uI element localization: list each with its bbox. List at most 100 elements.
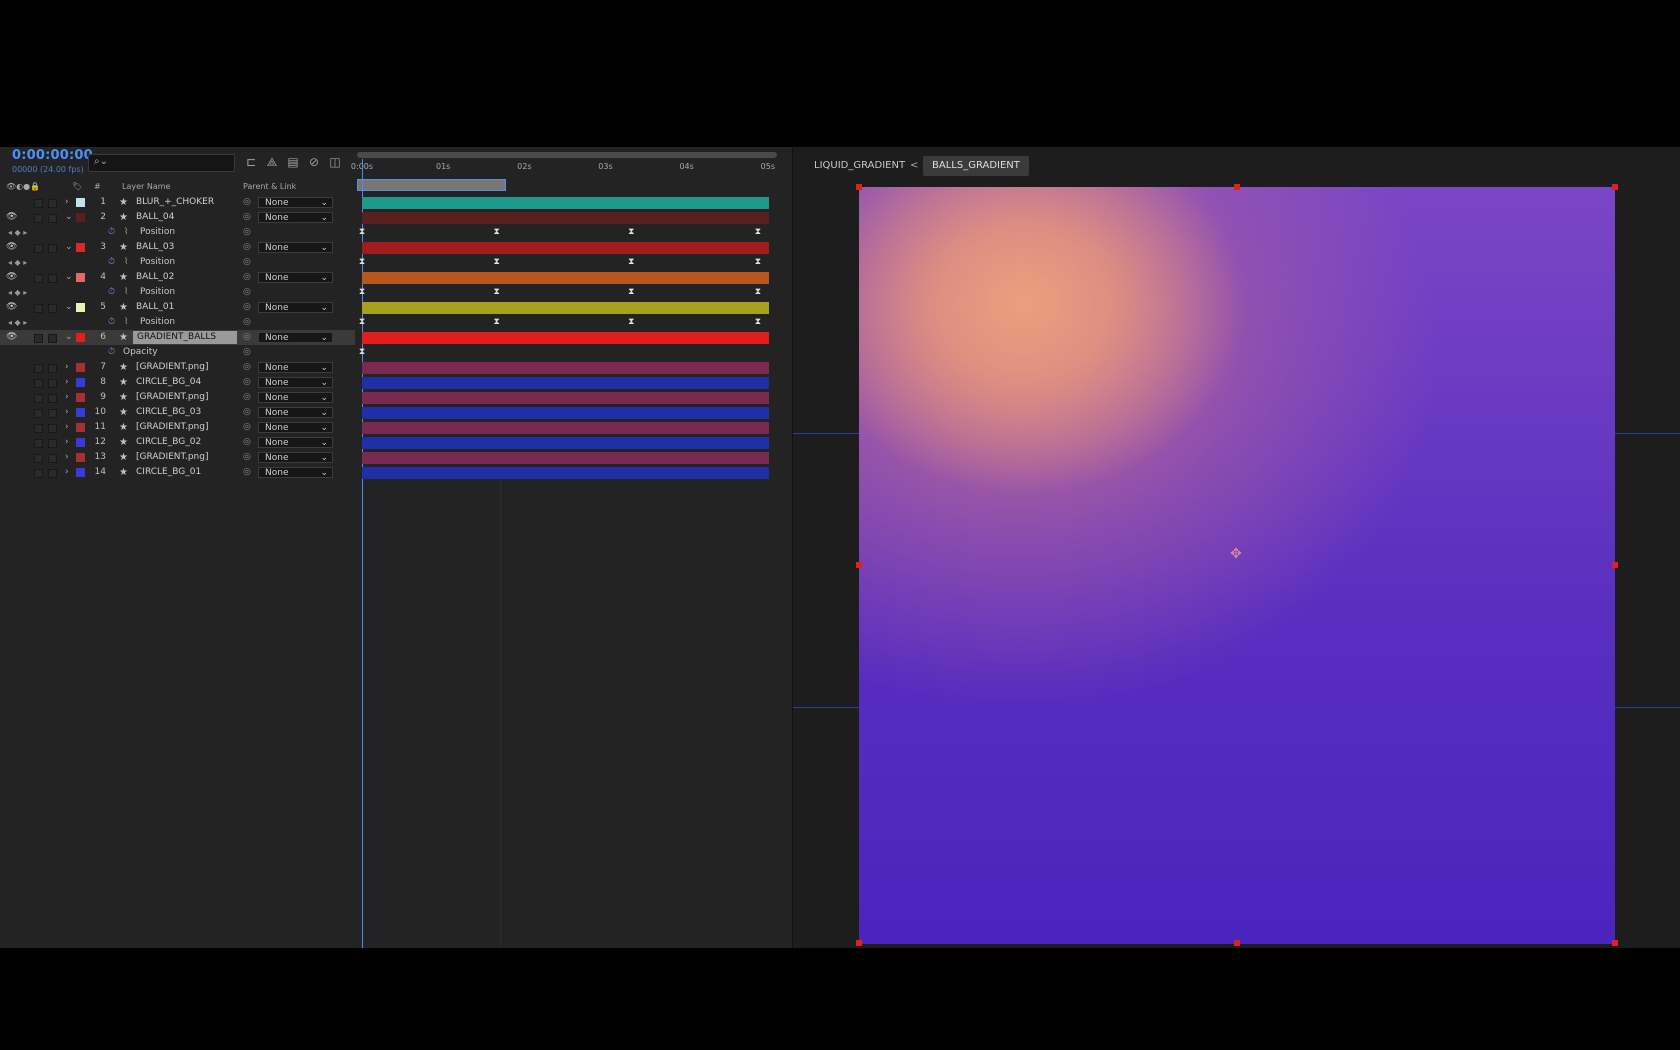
pick-whip-icon[interactable]: ◎ <box>243 300 251 315</box>
work-area-bar[interactable] <box>357 152 777 158</box>
layer-name[interactable]: [GRADIENT.png] <box>136 420 208 435</box>
layer-duration-bar[interactable] <box>362 467 769 479</box>
keyframe-navigator-icon[interactable]: ◂ ◆ ▸ <box>8 255 27 270</box>
layer-duration-bar[interactable] <box>362 392 769 404</box>
layer-search-input[interactable]: ⌕⌄ <box>88 154 235 172</box>
layer-name[interactable]: CIRCLE_BG_01 <box>136 465 201 480</box>
pick-whip-icon[interactable]: ◎ <box>243 240 251 255</box>
graph-editor-icon[interactable]: ◫ <box>328 155 342 169</box>
keyframe-icon[interactable]: ⧗ <box>755 227 761 237</box>
pick-whip-icon[interactable]: ◎ <box>243 270 251 285</box>
pick-whip-icon[interactable]: ◎ <box>243 450 251 465</box>
solo-toggle[interactable] <box>34 364 43 373</box>
twirl-chevron-icon[interactable]: ⌄ <box>65 300 73 315</box>
layer-name[interactable]: [GRADIENT.png] <box>136 450 208 465</box>
comp-mini-flowchart-icon[interactable]: ⊏ <box>244 155 258 169</box>
solo-toggle[interactable] <box>34 244 43 253</box>
pick-whip-icon[interactable]: ◎ <box>243 315 251 330</box>
parent-dropdown[interactable]: None ⌄ <box>258 302 333 313</box>
layer-duration-bar[interactable] <box>362 407 769 419</box>
lock-toggle[interactable] <box>48 454 57 463</box>
lock-toggle[interactable] <box>48 409 57 418</box>
layer-name[interactable]: BLUR_+_CHOKER <box>136 195 214 210</box>
label-color-swatch[interactable] <box>76 468 85 477</box>
lock-toggle[interactable] <box>48 394 57 403</box>
layer-duration-bar[interactable] <box>362 242 769 254</box>
keyframe-icon[interactable]: ⧗ <box>493 317 499 327</box>
twirl-chevron-icon[interactable]: ⌄ <box>65 240 73 255</box>
parent-dropdown[interactable]: None ⌄ <box>258 407 333 418</box>
keyframe-icon[interactable]: ⧗ <box>755 317 761 327</box>
property-row[interactable]: ◂ ◆ ▸ ⌇ ⏱ Position ◎ <box>0 315 355 330</box>
label-color-swatch[interactable] <box>76 363 85 372</box>
keyframe-navigator-icon[interactable]: ◂ ◆ ▸ <box>8 225 27 240</box>
layer-row[interactable]: 👁 ⌄ 3 ★ BALL_03 ◎ None ⌄ <box>0 240 355 255</box>
visibility-eye-icon[interactable]: 👁 <box>6 270 17 285</box>
twirl-chevron-icon[interactable]: ⌄ <box>65 330 73 345</box>
twirl-chevron-icon[interactable]: › <box>65 360 69 375</box>
label-color-swatch[interactable] <box>76 378 85 387</box>
pick-whip-icon[interactable]: ◎ <box>243 420 251 435</box>
layer-row[interactable]: › 11 ★ [GRADIENT.png] ◎ None ⌄ <box>0 420 355 435</box>
pick-whip-icon[interactable]: ◎ <box>243 465 251 480</box>
layer-name[interactable]: BALL_04 <box>136 210 174 225</box>
transform-handle[interactable] <box>1234 184 1240 190</box>
label-color-swatch[interactable] <box>76 393 85 402</box>
solo-toggle[interactable] <box>34 214 43 223</box>
lock-toggle[interactable] <box>48 439 57 448</box>
visibility-eye-icon[interactable]: 👁 <box>6 300 17 315</box>
pick-whip-icon[interactable]: ◎ <box>243 375 251 390</box>
label-color-swatch[interactable] <box>76 423 85 432</box>
parent-dropdown[interactable]: None ⌄ <box>258 272 333 283</box>
parent-dropdown[interactable]: None ⌄ <box>258 452 333 463</box>
layer-row[interactable]: 👁 ⌄ 4 ★ BALL_02 ◎ None ⌄ <box>0 270 355 285</box>
lock-toggle[interactable] <box>48 379 57 388</box>
twirl-chevron-icon[interactable]: ⌄ <box>65 210 73 225</box>
pick-whip-icon[interactable]: ◎ <box>243 405 251 420</box>
solo-toggle[interactable] <box>34 424 43 433</box>
keyframe-icon[interactable]: ⧗ <box>755 287 761 297</box>
pick-whip-icon[interactable]: ◎ <box>243 330 251 345</box>
layer-duration-bar[interactable] <box>362 212 769 224</box>
transform-handle[interactable] <box>856 184 862 190</box>
solo-toggle[interactable] <box>34 409 43 418</box>
transform-handle[interactable] <box>1234 940 1240 946</box>
stopwatch-icon[interactable]: ⏱ <box>108 255 115 270</box>
twirl-chevron-icon[interactable]: › <box>65 465 69 480</box>
lock-toggle[interactable] <box>48 274 57 283</box>
layer-row[interactable]: 👁 ⌄ 5 ★ BALL_01 ◎ None ⌄ <box>0 300 355 315</box>
pick-whip-icon[interactable]: ◎ <box>243 210 251 225</box>
layer-duration-bar[interactable] <box>362 437 769 449</box>
twirl-chevron-icon[interactable]: › <box>65 450 69 465</box>
keyframe-icon[interactable]: ⧗ <box>628 287 634 297</box>
solo-toggle[interactable] <box>34 454 43 463</box>
label-color-swatch[interactable] <box>76 213 85 222</box>
breadcrumb-chevron-icon[interactable]: < <box>908 156 920 176</box>
keyframe-icon[interactable]: ⧗ <box>493 257 499 267</box>
property-row[interactable]: ◂ ◆ ▸ ⌇ ⏱ Position ◎ <box>0 255 355 270</box>
layer-duration-bar[interactable] <box>362 332 769 344</box>
layer-row[interactable]: › 12 ★ CIRCLE_BG_02 ◎ None ⌄ <box>0 435 355 450</box>
layer-name[interactable]: CIRCLE_BG_02 <box>136 435 201 450</box>
breadcrumb-current-comp[interactable]: BALLS_GRADIENT <box>923 156 1029 176</box>
label-color-swatch[interactable] <box>76 453 85 462</box>
anchor-point-icon[interactable]: ✥ <box>1230 546 1242 562</box>
layer-duration-bar[interactable] <box>362 302 769 314</box>
label-color-swatch[interactable] <box>76 408 85 417</box>
pick-whip-icon[interactable]: ◎ <box>243 255 251 270</box>
solo-toggle[interactable] <box>34 334 43 343</box>
keyframe-icon[interactable]: ⧗ <box>359 287 365 297</box>
layer-row[interactable]: › 10 ★ CIRCLE_BG_03 ◎ None ⌄ <box>0 405 355 420</box>
layer-name[interactable]: BALL_02 <box>136 270 174 285</box>
pick-whip-icon[interactable]: ◎ <box>243 390 251 405</box>
lock-toggle[interactable] <box>48 364 57 373</box>
property-row[interactable]: ⏱ Opacity ◎ <box>0 345 355 360</box>
lock-toggle[interactable] <box>48 334 57 343</box>
twirl-chevron-icon[interactable]: › <box>65 390 69 405</box>
parent-dropdown[interactable]: None ⌄ <box>258 212 333 223</box>
layer-row[interactable]: › 8 ★ CIRCLE_BG_04 ◎ None ⌄ <box>0 375 355 390</box>
layer-row[interactable]: › 1 ★ BLUR_+_CHOKER ◎ None ⌄ <box>0 195 355 210</box>
pick-whip-icon[interactable]: ◎ <box>243 195 251 210</box>
label-color-swatch[interactable] <box>76 333 85 342</box>
label-color-swatch[interactable] <box>76 243 85 252</box>
